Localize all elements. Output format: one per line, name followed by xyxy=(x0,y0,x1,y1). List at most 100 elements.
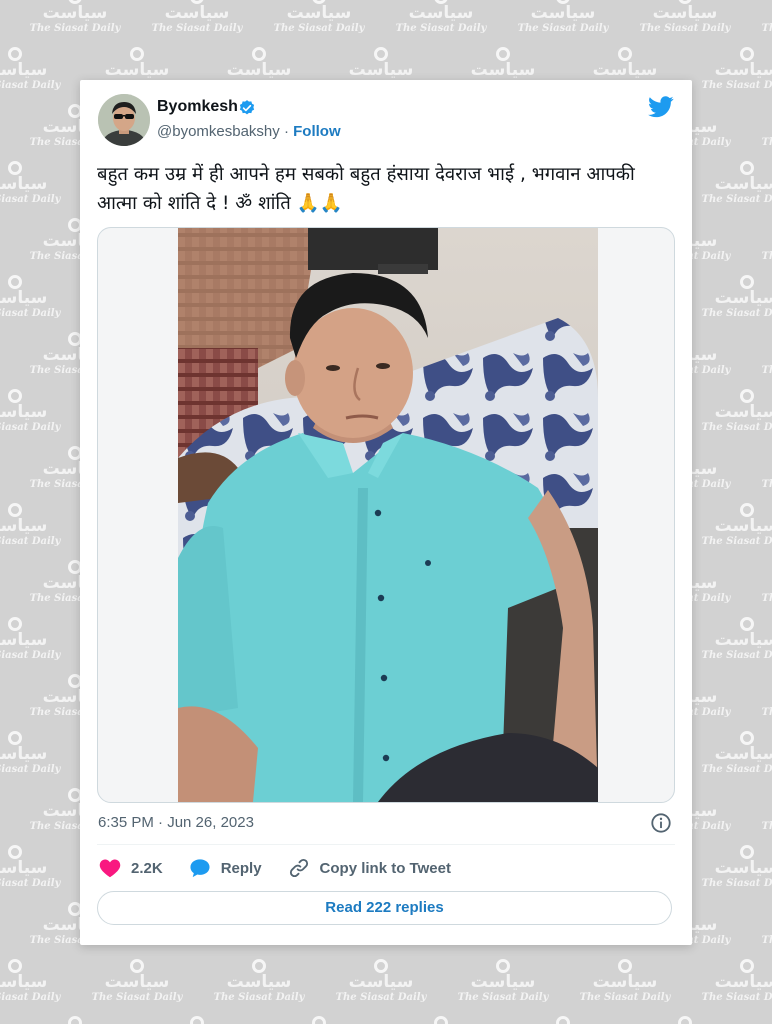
watermark-logo-icon xyxy=(8,845,22,859)
watermark-tile: سیاستThe Siasat Daily xyxy=(752,674,772,718)
read-replies-button[interactable]: Read 222 replies xyxy=(97,891,672,925)
watermark-urdu-text: سیاست xyxy=(348,972,414,992)
watermark-logo-icon xyxy=(740,731,754,745)
watermark-english-text: The Siasat Daily xyxy=(761,821,772,832)
link-icon xyxy=(289,858,308,878)
watermark-tile: سیاستThe Siasat Daily xyxy=(448,959,558,1003)
watermark-tile: سیاستThe Siasat Daily xyxy=(570,959,680,1003)
watermark-tile: سیاستThe Siasat Daily xyxy=(692,959,772,1003)
watermark-tile: سیاستThe Siasat Daily xyxy=(692,503,772,547)
watermark-tile: سیاستThe Siasat Daily xyxy=(752,446,772,490)
watermark-urdu-text: سیاست xyxy=(348,60,414,80)
watermark-logo-icon xyxy=(8,731,22,745)
watermark-english-text: The Siasat Daily xyxy=(761,251,772,262)
watermark-urdu-text: سیاست xyxy=(408,3,474,23)
watermark-english-text: The Siasat Daily xyxy=(701,764,772,775)
tweet-timestamp[interactable]: 6:35 PM · Jun 26, 2023 xyxy=(98,814,254,831)
watermark-tile: سیاستThe Siasat Daily xyxy=(0,959,70,1003)
watermark-tile: سیاستThe Siasat Daily xyxy=(692,617,772,661)
watermark-tile: سیاستThe Siasat Daily xyxy=(508,1016,618,1024)
watermark-logo-icon xyxy=(740,845,754,859)
watermark-logo-icon xyxy=(130,47,144,61)
watermark-tile: سیاستThe Siasat Daily xyxy=(0,275,70,319)
watermark-english-text: The Siasat Daily xyxy=(0,194,61,205)
watermark-urdu-text: سیاست xyxy=(752,575,772,592)
watermark-logo-icon xyxy=(740,617,754,631)
watermark-tile: سیاستThe Siasat Daily xyxy=(142,1016,252,1024)
watermark-urdu-text: سیاست xyxy=(470,972,536,992)
watermark-tile: سیاستThe Siasat Daily xyxy=(692,731,772,775)
watermark-tile: سیاستThe Siasat Daily xyxy=(752,560,772,604)
praying-hands-emoji: 🙏🙏 xyxy=(296,193,343,214)
watermark-urdu-text: سیاست xyxy=(714,858,772,878)
watermark-tile: سیاستThe Siasat Daily xyxy=(752,332,772,376)
watermark-english-text: The Siasat Daily xyxy=(761,593,772,604)
watermark-english-text: The Siasat Daily xyxy=(0,878,61,889)
watermark-logo-icon xyxy=(312,1016,326,1024)
watermark-urdu-text: سیاست xyxy=(714,744,772,764)
watermark-urdu-text: سیاست xyxy=(752,233,772,250)
twitter-bird-icon[interactable] xyxy=(648,96,674,118)
follow-button[interactable]: Follow xyxy=(293,123,341,140)
reply-label: Reply xyxy=(220,859,262,877)
copy-link-button[interactable]: Copy link to Tweet xyxy=(288,857,451,879)
handle-separator: · xyxy=(283,123,289,140)
watermark-logo-icon xyxy=(8,503,22,517)
watermark-logo-icon xyxy=(252,959,266,973)
watermark-logo-icon xyxy=(618,47,632,61)
watermark-english-text: The Siasat Daily xyxy=(151,23,243,34)
watermark-urdu-text: سیاست xyxy=(714,288,772,308)
watermark-urdu-text: سیاست xyxy=(0,630,48,650)
watermark-urdu-text: سیاست xyxy=(104,972,170,992)
watermark-logo-icon xyxy=(130,959,144,973)
watermark-english-text: The Siasat Daily xyxy=(701,194,772,205)
watermark-urdu-text: سیاست xyxy=(752,917,772,934)
watermark-english-text: The Siasat Daily xyxy=(761,479,772,490)
watermark-logo-icon xyxy=(740,389,754,403)
tweet-text-body: बहुत कम उम्र में ही आपने हम सबको बहुत हं… xyxy=(97,164,635,214)
watermark-urdu-text: سیاست xyxy=(752,461,772,478)
watermark-logo-icon xyxy=(190,1016,204,1024)
watermark-urdu-text: سیاست xyxy=(752,119,772,136)
author-name[interactable]: Byomkesh xyxy=(157,98,238,116)
watermark-tile: سیاستThe Siasat Daily xyxy=(0,161,70,205)
watermark-tile: سیاستThe Siasat Daily xyxy=(752,788,772,832)
watermark-tile: سیاستThe Siasat Daily xyxy=(82,959,192,1003)
watermark-english-text: The Siasat Daily xyxy=(0,650,61,661)
watermark-logo-icon xyxy=(8,617,22,631)
watermark-english-text: The Siasat Daily xyxy=(761,365,772,376)
watermark-english-text: The Siasat Daily xyxy=(517,23,609,34)
watermark-logo-icon xyxy=(740,503,754,517)
copy-link-label: Copy link to Tweet xyxy=(319,859,451,877)
watermark-tile: سیاستThe Siasat Daily xyxy=(386,0,496,34)
like-button[interactable]: 2.2K xyxy=(99,858,163,878)
watermark-logo-icon xyxy=(618,959,632,973)
watermark-logo-icon xyxy=(434,1016,448,1024)
watermark-urdu-text: سیاست xyxy=(0,972,48,992)
watermark-tile: سیاستThe Siasat Daily xyxy=(264,0,374,34)
watermark-urdu-text: سیاست xyxy=(714,972,772,992)
watermark-urdu-text: سیاست xyxy=(286,3,352,23)
author-avatar[interactable] xyxy=(98,94,150,146)
info-icon[interactable] xyxy=(650,812,672,834)
reply-button[interactable]: Reply xyxy=(189,858,262,878)
tweet-photo[interactable] xyxy=(178,228,598,802)
watermark-english-text: The Siasat Daily xyxy=(0,764,61,775)
watermark-english-text: The Siasat Daily xyxy=(29,23,121,34)
watermark-english-text: The Siasat Daily xyxy=(701,878,772,889)
watermark-english-text: The Siasat Daily xyxy=(701,992,772,1003)
watermark-english-text: The Siasat Daily xyxy=(701,308,772,319)
watermark-tile: سیاستThe Siasat Daily xyxy=(752,104,772,148)
watermark-tile: سیاستThe Siasat Daily xyxy=(0,617,70,661)
watermark-tile: سیاستThe Siasat Daily xyxy=(20,1016,130,1024)
author-handle[interactable]: @byomkesbakshy xyxy=(157,123,280,140)
watermark-english-text: The Siasat Daily xyxy=(457,992,549,1003)
watermark-english-text: The Siasat Daily xyxy=(701,422,772,433)
tweet-media[interactable] xyxy=(97,227,675,803)
watermark-tile: سیاستThe Siasat Daily xyxy=(692,47,772,91)
watermark-urdu-text: سیاست xyxy=(0,288,48,308)
watermark-tile: سیاستThe Siasat Daily xyxy=(204,959,314,1003)
watermark-english-text: The Siasat Daily xyxy=(0,536,61,547)
watermark-urdu-text: سیاست xyxy=(652,3,718,23)
watermark-tile: سیاستThe Siasat Daily xyxy=(752,218,772,262)
